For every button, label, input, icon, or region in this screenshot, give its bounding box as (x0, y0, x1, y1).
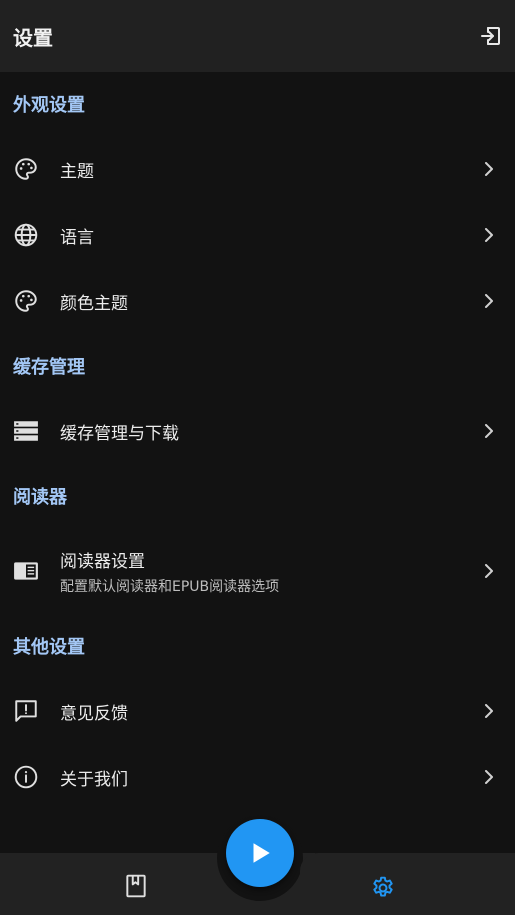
setting-cache-management[interactable]: 缓存管理与下载 (0, 398, 515, 464)
setting-theme[interactable]: 主题 (0, 136, 515, 202)
settings-screen: 设置 外观设置 主题 语言 颜色主题 缓存管理 缓存管理与下载 阅读器 阅读器设… (0, 0, 515, 915)
chevron-right-icon (479, 159, 499, 179)
info-icon (13, 764, 39, 790)
setting-label: 主题 (60, 161, 94, 182)
setting-label: 阅读器设置 (60, 551, 145, 572)
feedback-icon (13, 698, 39, 724)
globe-icon (13, 222, 39, 248)
gear-icon (373, 876, 393, 897)
palette-icon (13, 156, 39, 182)
setting-language[interactable]: 语言 (0, 202, 515, 268)
nav-settings-button[interactable] (370, 875, 396, 901)
chevron-right-icon (479, 291, 499, 311)
section-appearance-title: 外观设置 (13, 95, 85, 116)
storage-icon (13, 418, 39, 444)
setting-subtitle: 配置默认阅读器和EPUB阅读器选项 (60, 578, 280, 595)
play-icon (253, 843, 270, 863)
setting-feedback[interactable]: 意见反馈 (0, 678, 515, 744)
section-other-title: 其他设置 (13, 637, 85, 658)
reader-icon (13, 558, 39, 584)
logout-icon (481, 27, 500, 45)
setting-label: 关于我们 (60, 769, 128, 790)
chevron-right-icon (479, 767, 499, 787)
setting-label: 语言 (60, 227, 94, 248)
chevron-right-icon (479, 225, 499, 245)
page-title: 设置 (13, 25, 53, 50)
nav-bookshelf-button[interactable] (123, 873, 149, 899)
section-cache-title: 缓存管理 (13, 357, 85, 378)
book-icon (126, 874, 146, 898)
palette-icon (13, 288, 39, 314)
logout-button[interactable] (477, 22, 505, 50)
setting-about[interactable]: 关于我们 (0, 744, 515, 810)
setting-label: 缓存管理与下载 (60, 423, 179, 444)
setting-color-theme[interactable]: 颜色主题 (0, 268, 515, 334)
chevron-right-icon (479, 421, 499, 441)
play-fab-button[interactable] (226, 819, 294, 887)
setting-label: 颜色主题 (60, 293, 128, 314)
top-app-bar: 设置 (0, 0, 515, 72)
setting-reader[interactable]: 阅读器设置 配置默认阅读器和EPUB阅读器选项 (0, 528, 515, 614)
chevron-right-icon (479, 701, 499, 721)
setting-label: 意见反馈 (60, 703, 128, 724)
section-reader-title: 阅读器 (13, 487, 67, 508)
settings-list: 外观设置 主题 语言 颜色主题 缓存管理 缓存管理与下载 阅读器 阅读器设置 配… (0, 72, 515, 810)
chevron-right-icon (479, 561, 499, 581)
